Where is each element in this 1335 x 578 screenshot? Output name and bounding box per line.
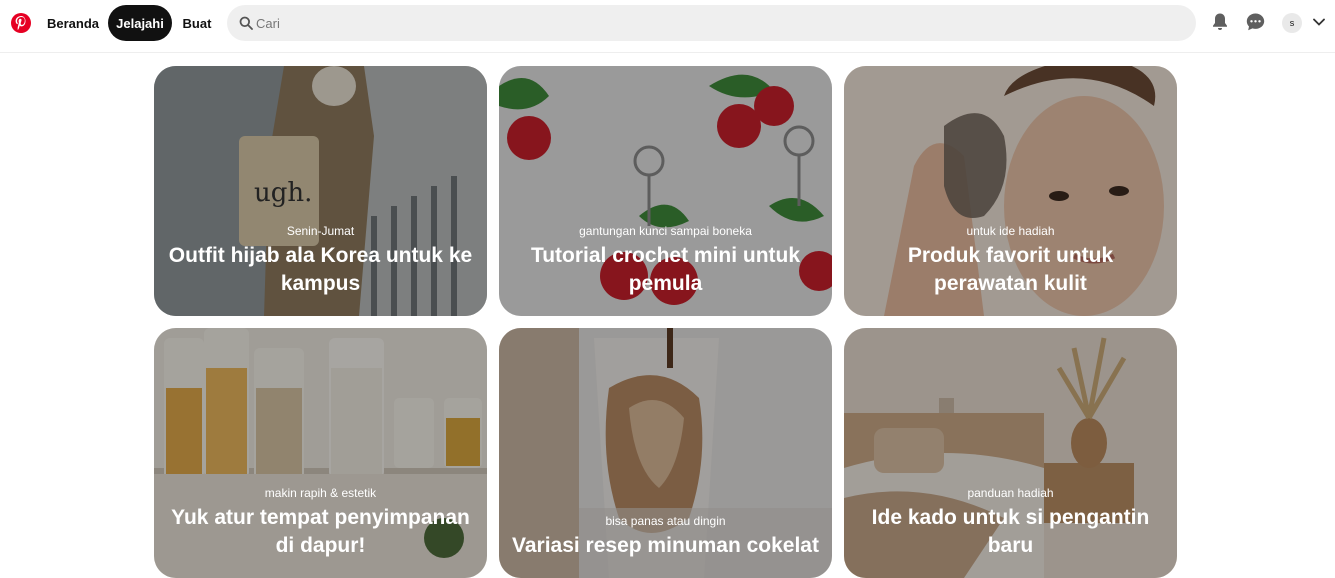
card-title: Produk favorit untuk perawatan kulit	[907, 244, 1114, 295]
card-title: Outfit hijab ala Korea untuk ke kampus	[168, 244, 473, 295]
nav-create-tab[interactable]: Buat	[176, 5, 218, 41]
explore-card[interactable]: makin rapih & estetik Yuk atur tempat pe…	[154, 328, 487, 578]
bell-icon[interactable]	[1210, 12, 1230, 32]
card-subtitle: bisa panas atau dingin	[605, 514, 726, 528]
card-title: Yuk atur tempat penyimpanan di dapur!	[171, 506, 470, 557]
explore-card[interactable]: bisa panas atau dingin Variasi resep min…	[499, 328, 832, 578]
top-nav-bar: Beranda Jelajahi Buat s	[0, 0, 1335, 52]
card-subtitle: untuk ide hadiah	[966, 224, 1055, 238]
card-subtitle: gantungan kunci sampai boneka	[579, 224, 752, 238]
card-subtitle: Senin-Jumat	[286, 224, 355, 238]
card-subtitle: panduan hadiah	[967, 486, 1054, 500]
explore-card[interactable]: panduan hadiah Ide kado untuk si pengant…	[844, 328, 1177, 578]
explore-card[interactable]: gantungan kunci sampai boneka Tutorial c…	[499, 66, 832, 316]
search-input[interactable]	[256, 5, 1156, 41]
avatar[interactable]: s	[1282, 13, 1302, 33]
chevron-down-icon[interactable]	[1309, 12, 1329, 32]
explore-card[interactable]: ugh. Senin-Jumat Outfit hijab ala Korea …	[154, 66, 487, 316]
search-icon	[239, 16, 253, 30]
explore-grid: ugh. Senin-Jumat Outfit hijab ala Korea …	[154, 66, 1177, 578]
card-subtitle: makin rapih & estetik	[264, 486, 377, 500]
card-title: Tutorial crochet mini untuk pemula	[530, 244, 801, 295]
pinterest-logo-icon[interactable]	[11, 13, 31, 33]
explore-card[interactable]: untuk ide hadiah Produk favorit untuk pe…	[844, 66, 1177, 316]
nav-explore-tab[interactable]: Jelajahi	[108, 5, 172, 41]
chat-icon[interactable]	[1245, 12, 1265, 32]
card-title: Variasi resep minuman cokelat	[512, 534, 819, 557]
nav-home-tab[interactable]: Beranda	[42, 5, 104, 41]
search-bar[interactable]	[227, 5, 1196, 41]
card-title: Ide kado untuk si pengantin baru	[871, 506, 1150, 557]
